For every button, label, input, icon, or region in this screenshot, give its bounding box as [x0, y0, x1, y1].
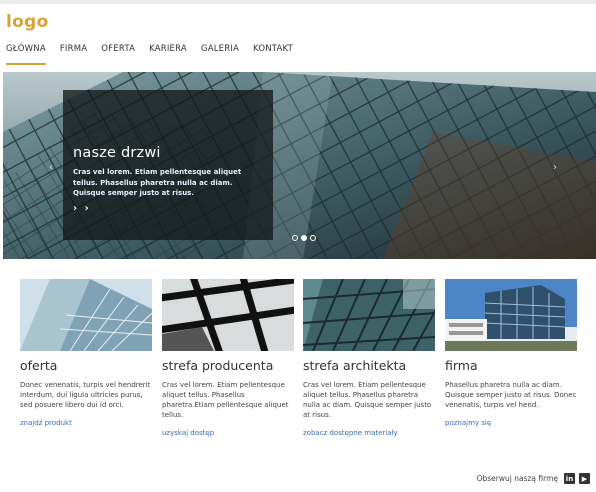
logo[interactable]: logo [6, 12, 49, 32]
slider-dot-2[interactable] [301, 235, 307, 241]
slide-caption: nasze drzwi Cras vel lorem. Etiam pellen… [63, 90, 273, 240]
card-strefa-producenta-text: Cras vel lorem. Etiam pellentesque aliqu… [162, 381, 289, 419]
card-oferta-text: Donec venenatis, turpis vel hendrerit in… [20, 381, 151, 409]
slide-text: Cras vel lorem. Etiam pellentesque aliqu… [73, 168, 242, 197]
card-strefa-architekta-link[interactable]: zobacz dostępne materiały [303, 429, 435, 437]
nav-item-galeria[interactable]: GALERIA [201, 44, 239, 65]
footer-social: Obserwuj naszą firmę in ▶ [477, 473, 590, 484]
hero-slider: nasze drzwi Cras vel lorem. Etiam pellen… [3, 72, 596, 259]
slide-title: nasze drzwi [73, 145, 161, 161]
card-oferta-image[interactable] [20, 279, 152, 351]
card-strefa-producenta: strefa producenta Cras vel lorem. Etiam … [162, 279, 294, 437]
card-firma-title: firma [445, 358, 478, 373]
nav-item-glowna[interactable]: GŁÓWNA [6, 44, 46, 65]
slider-dots [292, 235, 316, 241]
slider-dot-1[interactable] [292, 235, 298, 241]
nav-item-oferta[interactable]: OFERTA [101, 44, 135, 65]
card-strefa-architekta: strefa architekta Cras vel lorem. Etiam … [303, 279, 435, 437]
card-firma-image[interactable] [445, 279, 577, 351]
card-firma-text: Phasellus pharetra nulla ac diam. Quisqu… [445, 381, 577, 409]
card-strefa-producenta-link[interactable]: uzyskaj dostęp [162, 429, 294, 437]
card-firma: firma Phasellus pharetra nulla ac diam. … [445, 279, 577, 427]
card-strefa-architekta-image[interactable] [303, 279, 435, 351]
linkedin-icon[interactable]: in [564, 473, 575, 484]
nav-item-kariera[interactable]: KARIERA [149, 44, 187, 65]
slider-next-icon[interactable]: › [553, 162, 557, 173]
top-strip [0, 0, 596, 4]
youtube-icon[interactable]: ▶ [579, 473, 590, 484]
slider-prev-icon[interactable]: ‹ [49, 162, 53, 173]
card-strefa-producenta-image[interactable] [162, 279, 294, 351]
slider-dot-3[interactable] [310, 235, 316, 241]
follow-text: Obserwuj naszą firmę [476, 474, 558, 483]
nav-item-kontakt[interactable]: KONTAKT [253, 44, 293, 65]
card-strefa-architekta-title: strefa architekta [303, 358, 407, 373]
main-nav: GŁÓWNA FIRMA OFERTA KARIERA GALERIA KONT… [6, 44, 307, 65]
card-oferta-link[interactable]: znajdź produkt [20, 419, 152, 427]
card-oferta: oferta Donec venenatis, turpis vel hendr… [20, 279, 152, 427]
slide-more-link[interactable]: › › [73, 203, 263, 214]
card-strefa-architekta-text: Cras vel lorem. Etiam pellentesque aliqu… [303, 381, 432, 419]
nav-item-firma[interactable]: FIRMA [60, 44, 87, 65]
card-strefa-producenta-title: strefa producenta [162, 358, 274, 373]
card-oferta-title: oferta [20, 358, 58, 373]
card-firma-link[interactable]: poznajmy się [445, 419, 577, 427]
